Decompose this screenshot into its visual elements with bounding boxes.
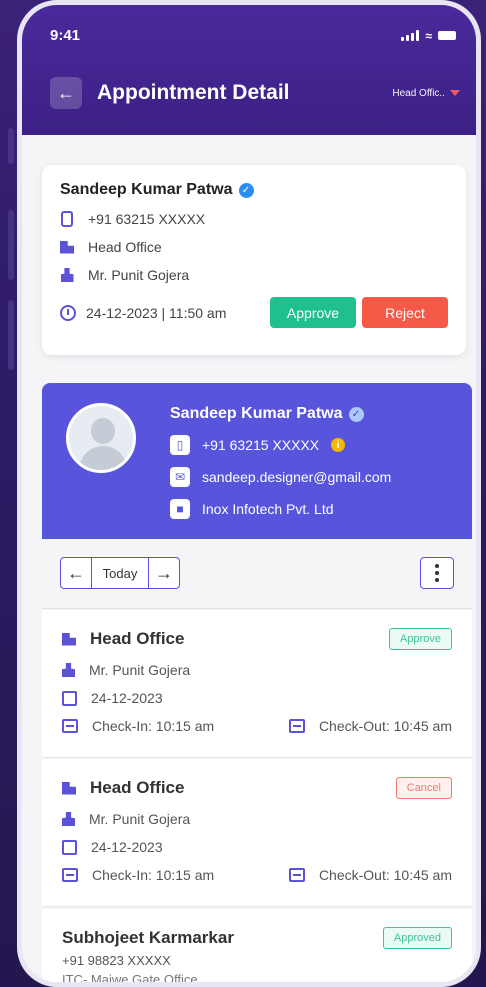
list-item-date-row: 24-12-2023 — [62, 839, 452, 855]
profile-name: Sandeep Kumar Patwa ✓ — [170, 405, 462, 423]
list-item-checkin-row: Check-In: 10:15 am Check-Out: 10:45 am — [62, 867, 452, 883]
building-icon — [62, 632, 76, 646]
profile-phone-row: ▯ +91 63215 XXXXX i — [170, 435, 462, 455]
verified-icon: ✓ — [238, 182, 254, 198]
list-item-person-row: Mr. Punit Gojera — [62, 811, 452, 827]
list-item-person-row: Mr. Punit Gojera — [62, 662, 452, 678]
profile-company-row: ■ Inox Infotech Pvt. Ltd — [170, 499, 462, 519]
phone-text: +91 63215 XXXXX — [88, 211, 206, 227]
person-icon — [62, 663, 75, 677]
building-icon — [60, 240, 74, 254]
list-item[interactable]: Subhojeet Karmarkar Approved +91 98823 X… — [42, 909, 472, 987]
list-item-date-row: 24-12-2023 — [62, 690, 452, 706]
building-icon — [62, 781, 76, 795]
person-icon — [60, 268, 74, 282]
calendar-icon — [62, 690, 77, 706]
more-options-button[interactable] — [420, 557, 454, 589]
status-badge: Approve — [389, 628, 452, 650]
office-selector[interactable]: Head Offic.. — [392, 88, 460, 99]
status-bar: 9:41 ≈ — [50, 27, 456, 44]
company-icon: ■ — [170, 499, 190, 519]
list-item-person: Mr. Punit Gojera — [89, 662, 191, 678]
office-selector-label: Head Offic.. — [392, 87, 445, 99]
check-in-text: Check-In: 10:15 am — [92, 867, 215, 883]
list-item-header: Subhojeet Karmarkar Approved — [62, 927, 452, 949]
visitor-profile-panel: Sandeep Kumar Patwa ✓ ▯ +91 63215 XXXXX … — [42, 383, 472, 539]
status-badge: Cancel — [395, 777, 452, 799]
list-item-date: 24-12-2023 — [91, 690, 163, 706]
list-item-office: Head Office — [90, 629, 185, 648]
battery-icon — [438, 31, 456, 40]
visitor-name-text: Sandeep Kumar Patwa — [60, 181, 233, 198]
office-text: Head Office — [88, 239, 162, 255]
person-row: Mr. Punit Gojera — [60, 267, 448, 283]
reject-button[interactable]: Reject — [362, 297, 448, 328]
list-item-phone: +91 98823 XXXXX — [62, 953, 171, 968]
list-item-person: Mr. Punit Gojera — [89, 811, 191, 827]
list-item-office: Head Office — [90, 778, 185, 797]
check-out-text: Check-Out: 10:45 am — [318, 867, 452, 883]
arrow-right-icon: → — [155, 562, 173, 583]
person-icon — [62, 812, 75, 826]
next-day-button[interactable]: → — [149, 558, 179, 588]
previous-day-button[interactable]: ← — [61, 558, 91, 588]
wifi-icon: ≈ — [425, 28, 432, 43]
check-out-text: Check-Out: 10:45 am — [318, 718, 452, 734]
avatar — [66, 403, 136, 473]
list-item-office: ITC- Maiwe Gate Office — [62, 972, 198, 987]
check-out-icon — [288, 868, 305, 882]
info-icon[interactable]: i — [331, 438, 346, 452]
datetime-text: 24-12-2023 | 11:50 am — [86, 304, 227, 321]
list-item[interactable]: Head Office Cancel Mr. Punit Gojera 24-1… — [42, 759, 472, 907]
profile-phone: +91 63215 XXXXX — [202, 437, 320, 453]
list-item[interactable]: Head Office Approve Mr. Punit Gojera 24-… — [42, 610, 472, 758]
date-pager: ← Today → — [60, 557, 180, 589]
title-row: ← Appointment Detail Head Offic.. — [50, 77, 460, 109]
check-in-text: Check-In: 10:15 am — [92, 718, 215, 734]
phone-icon — [61, 211, 73, 227]
profile-name-text: Sandeep Kumar Patwa — [170, 405, 343, 422]
calendar-icon — [62, 839, 77, 855]
list-item-name: Subhojeet Karmarkar — [62, 928, 234, 947]
clock-icon — [60, 304, 76, 321]
datetime-row: 24-12-2023 | 11:50 am Approve Reject — [60, 297, 448, 328]
verified-icon: ✓ — [348, 406, 364, 422]
volume-up-button — [8, 210, 14, 280]
list-item-date: 24-12-2023 — [91, 839, 163, 855]
visitor-name: Sandeep Kumar Patwa ✓ — [60, 181, 448, 199]
arrow-left-icon: ← — [57, 82, 75, 103]
mute-switch — [8, 128, 14, 164]
phone-row: +91 63215 XXXXX — [60, 211, 448, 227]
check-in-icon — [62, 719, 78, 733]
status-time: 9:41 — [50, 27, 81, 44]
caret-down-icon — [450, 90, 460, 96]
list-item-checkin-row: Check-In: 10:15 am Check-Out: 10:45 am — [62, 718, 452, 734]
status-icons: ≈ — [401, 29, 456, 43]
app-header: 9:41 ≈ ← Appointment Detail Head Offic.. — [22, 5, 476, 135]
signal-icon — [401, 30, 420, 41]
person-text: Mr. Punit Gojera — [88, 267, 190, 283]
approve-button[interactable]: Approve — [270, 297, 356, 328]
profile-info: Sandeep Kumar Patwa ✓ ▯ +91 63215 XXXXX … — [170, 405, 462, 519]
page-title: Appointment Detail — [97, 81, 290, 104]
check-out-icon — [288, 719, 305, 733]
today-button[interactable]: Today — [91, 558, 149, 588]
email-icon: ✉ — [170, 467, 190, 487]
status-badge: Approved — [382, 927, 452, 949]
phone-frame: 9:41 ≈ ← Appointment Detail Head Offic..… — [17, 0, 481, 987]
arrow-left-icon: ← — [67, 562, 85, 583]
list-item-header: Head Office Approve — [62, 628, 452, 650]
list-item-header: Head Office Cancel — [62, 777, 452, 799]
check-in-icon — [62, 868, 78, 882]
phone-icon: ▯ — [170, 435, 190, 455]
volume-down-button — [8, 300, 14, 370]
profile-email-row: ✉ sandeep.designer@gmail.com — [170, 467, 462, 487]
profile-company: Inox Infotech Pvt. Ltd — [202, 501, 334, 517]
back-button[interactable]: ← — [50, 77, 82, 109]
date-navigation-bar: ← Today → — [42, 539, 472, 609]
appointment-request-card: Sandeep Kumar Patwa ✓ +91 63215 XXXXX He… — [42, 165, 466, 355]
profile-email: sandeep.designer@gmail.com — [202, 469, 392, 485]
office-row: Head Office — [60, 239, 448, 255]
